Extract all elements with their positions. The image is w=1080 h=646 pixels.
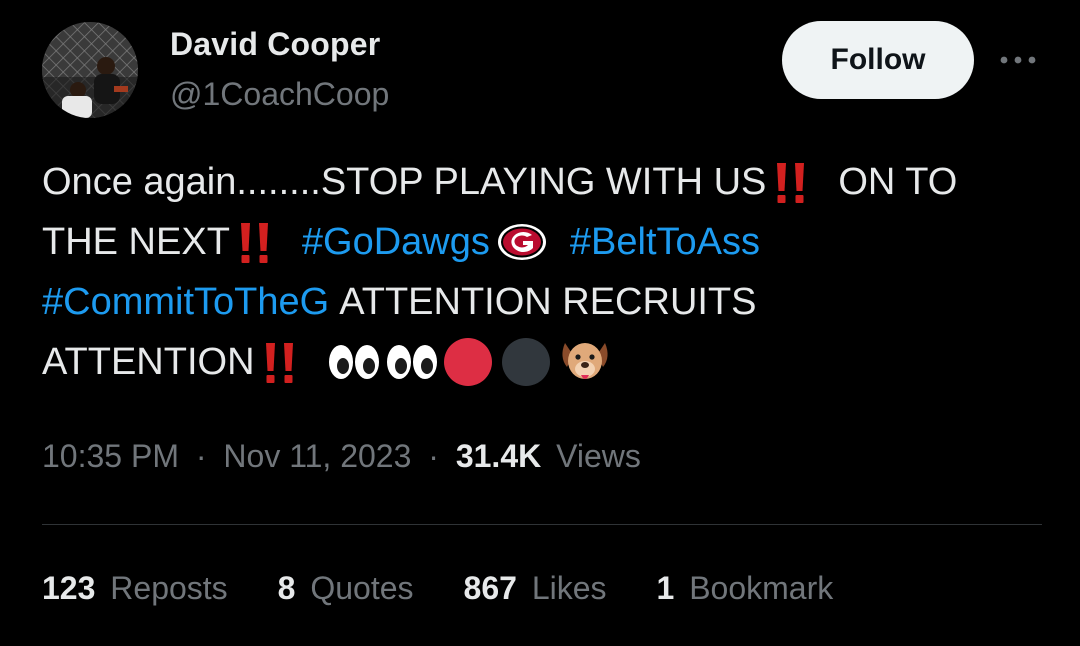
hashtag-committotheg[interactable]: #CommitToTheG — [42, 272, 329, 332]
likes-count: 867 — [463, 570, 517, 606]
reposts-count: 123 — [42, 570, 96, 606]
bookmarks-label: Bookmark — [689, 570, 834, 606]
tweet-text: Once again........STOP PLAYING WITH US O… — [42, 152, 1042, 392]
tweet-text-segment: ATTENTION RECRUITS — [339, 281, 757, 323]
more-horizontal-icon — [1000, 56, 1036, 64]
meta-separator: · — [195, 438, 207, 474]
more-options-button[interactable] — [996, 44, 1040, 76]
tweet-time[interactable]: 10:35 PM — [42, 438, 179, 474]
author-name[interactable]: David Cooper — [170, 26, 380, 63]
eyes-icon — [385, 342, 439, 382]
profile-photo-icon — [42, 22, 138, 118]
views-count: 31.4K — [455, 438, 542, 474]
likes-stat[interactable]: 867 Likes — [464, 570, 607, 607]
tweet-text-segment: ON TO — [838, 161, 958, 203]
double-exclamation-icon — [263, 339, 297, 385]
tweet-date[interactable]: Nov 11, 2023 — [223, 438, 411, 474]
likes-label: Likes — [531, 570, 607, 606]
double-exclamation-icon — [774, 159, 808, 205]
views-label: Views — [556, 438, 641, 474]
engagement-stats: 123 Reposts 8 Quotes 867 Likes 1 Bookmar… — [42, 570, 883, 607]
red-circle-icon — [443, 337, 493, 387]
divider — [42, 524, 1042, 525]
author-handle[interactable]: @1CoachCoop — [170, 76, 389, 113]
hashtag-belttoass[interactable]: #BeltToAss — [570, 212, 760, 272]
quotes-stat[interactable]: 8 Quotes — [278, 570, 414, 607]
meta-separator: · — [428, 438, 439, 474]
reposts-label: Reposts — [110, 570, 228, 606]
tweet-text-segment: THE NEXT — [42, 221, 230, 263]
tweet-meta: 10:35 PM · Nov 11, 2023 · 31.4K Views — [42, 438, 641, 475]
bookmarks-stat[interactable]: 1 Bookmark — [657, 570, 834, 607]
hashtag-godawgs[interactable]: #GoDawgs — [302, 212, 490, 272]
eyes-icon — [327, 342, 381, 382]
tweet-line-3: #CommitToTheG ATTENTION RECRUITS — [42, 272, 1042, 332]
tweet-text-segment: ATTENTION — [42, 341, 255, 383]
georgia-g-logo-icon — [496, 222, 548, 262]
tweet-text-segment: Once again........STOP PLAYING WITH US — [42, 161, 767, 203]
tweet-line-2: THE NEXT #GoDawgs #BeltToAss — [42, 212, 1042, 272]
follow-button[interactable]: Follow — [782, 21, 974, 99]
black-circle-icon — [501, 337, 551, 387]
quotes-label: Quotes — [310, 570, 414, 606]
reposts-stat[interactable]: 123 Reposts — [42, 570, 228, 607]
tweet-line-1: Once again........STOP PLAYING WITH US O… — [42, 152, 1042, 212]
dog-face-icon — [559, 337, 611, 387]
double-exclamation-icon — [238, 219, 272, 265]
quotes-count: 8 — [277, 570, 296, 606]
tweet-line-4: ATTENTION — [42, 332, 1042, 392]
bookmarks-count: 1 — [656, 570, 675, 606]
avatar[interactable] — [42, 22, 138, 118]
